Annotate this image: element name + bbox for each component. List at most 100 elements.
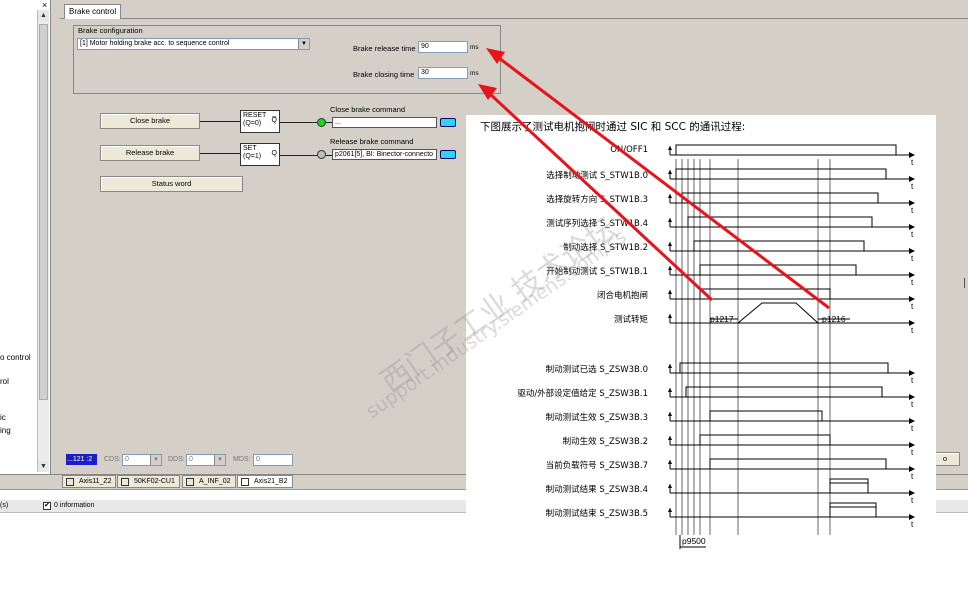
tree-item[interactable]: ing: [0, 426, 11, 435]
release-time-input[interactable]: 90: [418, 41, 468, 53]
close-brake-wire: [200, 121, 240, 122]
infeed-icon: [186, 478, 194, 486]
close-brake-button[interactable]: Close brake: [100, 113, 200, 129]
tree-item[interactable]: o control: [0, 353, 31, 362]
closing-time-unit: ms: [470, 70, 479, 77]
close-cmd-label: Close brake command: [330, 105, 406, 114]
t-label: t: [911, 472, 914, 481]
tab-label: 50KF02-CU1: [134, 478, 175, 485]
right-edge-tick: [964, 278, 965, 288]
set-out-wire: [280, 155, 317, 156]
t-label: t: [911, 158, 914, 167]
t-label: t: [911, 496, 914, 505]
reset-out-wire: [280, 122, 317, 123]
signal-waveform: [670, 264, 857, 276]
release-cmd-field[interactable]: p2061[5], BI: Binector-connecto: [332, 149, 437, 160]
cds-label: CDS:: [104, 456, 121, 463]
signal-waveform: [670, 458, 887, 470]
close-cmd-led: [317, 118, 326, 127]
release-time-unit: ms: [470, 44, 479, 51]
signal-waveform: [670, 410, 823, 422]
chevron-down-icon[interactable]: ▼: [150, 455, 161, 465]
release-brake-button[interactable]: Release brake: [100, 145, 200, 161]
group-title: Brake configuration: [78, 26, 143, 35]
tree-item[interactable]: rol: [0, 377, 9, 386]
info-left-text: (s): [0, 502, 9, 509]
t-label: t: [911, 302, 914, 311]
tab-a-inf[interactable]: A_INF_02: [182, 475, 236, 488]
scroll-up-icon[interactable]: ▲: [38, 10, 49, 21]
t-label: t: [911, 254, 914, 263]
dds-value: 0: [189, 456, 193, 463]
t-label: t: [911, 424, 914, 433]
close-icon[interactable]: ×: [42, 0, 47, 10]
tab-brake-control[interactable]: Brake control: [64, 4, 122, 19]
t-label: t: [911, 520, 914, 529]
scrollbar-thumb[interactable]: [39, 24, 48, 400]
chevron-down-icon[interactable]: ▼: [214, 455, 225, 465]
brake-config-select[interactable]: [1] Motor holding brake acc. to sequence…: [77, 38, 310, 50]
drive-index: ...121 :2: [66, 454, 97, 465]
signal-waveform: [670, 144, 897, 156]
release-brake-wire: [200, 153, 240, 154]
t-label: t: [911, 182, 914, 191]
reset-gate-output: Q̅: [271, 117, 277, 124]
dds-label: DDS:: [168, 456, 185, 463]
result-box: [829, 502, 877, 518]
closing-time-input[interactable]: 30: [418, 67, 468, 79]
signal-waveform: [670, 240, 865, 252]
reset-gate: RESET (Q=0) Q̅: [240, 110, 280, 133]
closing-time-label: Brake closing time: [353, 70, 415, 79]
release-cmd-label: Release brake command: [330, 137, 414, 146]
drive-icon: [241, 478, 249, 486]
tab-label: A_INF_02: [199, 478, 231, 485]
tab-50kf02[interactable]: 50KF02-CU1: [117, 475, 180, 488]
signal-waveform: [670, 168, 887, 180]
t-label: t: [911, 326, 914, 335]
cds-value: 0: [125, 456, 129, 463]
t-label: t: [911, 278, 914, 287]
release-time-label: Brake release time: [353, 44, 416, 53]
timing-chart: t t t t t t t t t t t t t t t: [668, 144, 915, 549]
left-panel-scrollbar[interactable]: ▲ ▼: [37, 10, 49, 472]
brake-config-value: [1] Motor holding brake acc. to sequence…: [80, 40, 230, 47]
signal-waveform: [670, 362, 889, 374]
p1216-label: p1216: [822, 314, 846, 324]
t-label: t: [911, 206, 914, 215]
cu-icon: [121, 478, 129, 486]
mds-field: 0: [253, 454, 293, 466]
tree-item[interactable]: ic: [0, 413, 6, 422]
signal-waveform: [670, 192, 879, 204]
timing-diagram-overlay: 下图展示了测试电机抱闸时通过 SIC 和 SCC 的通讯过程: ON/OFF1 选…: [362, 115, 936, 562]
t-label: t: [911, 230, 914, 239]
torque-profile: [670, 302, 909, 324]
dds-select[interactable]: 0 ▼: [186, 454, 226, 466]
chevron-down-icon[interactable]: ▼: [298, 39, 309, 49]
p9500-label: p9500: [682, 536, 706, 546]
close-cmd-field[interactable]: ...: [332, 117, 437, 128]
signal-waveform: [670, 506, 877, 518]
information-checkbox[interactable]: ✔: [43, 502, 51, 510]
cds-select[interactable]: 0 ▼: [122, 454, 162, 466]
p1217-label: p1217: [710, 314, 734, 324]
result-box: [829, 478, 869, 494]
t-label: t: [911, 376, 914, 385]
signal-waveform: [670, 386, 883, 398]
t-label: t: [911, 400, 914, 409]
brake-configuration-group: [73, 25, 501, 94]
set-gate: SET (Q=1) Q: [240, 143, 280, 166]
release-cmd-connector[interactable]: [440, 150, 456, 159]
tab-axis11[interactable]: Axis11_Z2: [62, 475, 116, 488]
tab-label: Axis21_B2: [254, 478, 288, 485]
set-gate-output: Q: [271, 150, 277, 157]
drive-icon: [66, 478, 74, 486]
status-word-button[interactable]: Status word: [100, 176, 243, 192]
release-cmd-led: [317, 150, 326, 159]
scroll-down-icon[interactable]: ▼: [38, 461, 49, 472]
t-label: t: [911, 448, 914, 457]
tab-axis21[interactable]: Axis21_B2: [237, 475, 293, 488]
mds-label: MDS:: [233, 456, 251, 463]
tab-label: Axis11_Z2: [79, 478, 112, 485]
left-panel: × ▲ ▼ o control rol ic ing: [0, 0, 51, 474]
close-cmd-connector[interactable]: [440, 118, 456, 127]
